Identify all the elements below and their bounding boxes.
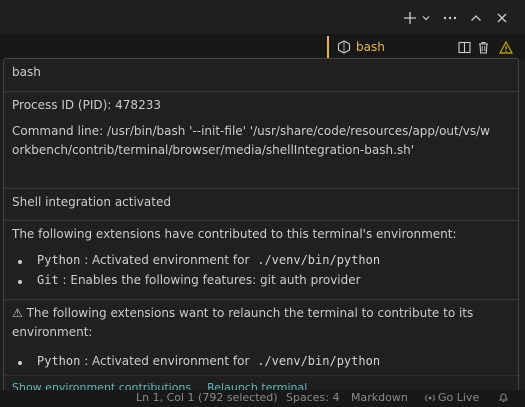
notifications-button[interactable] (498, 392, 509, 406)
list-item: Python : Activated environment for ./ven… (37, 251, 380, 270)
terminal-tab-row (0, 34, 525, 60)
more-actions-button[interactable] (441, 10, 459, 26)
extension-name: Python (37, 354, 81, 368)
terminal-profiles-dropdown[interactable] (420, 10, 432, 26)
extension-code: ./venv/bin/python (257, 354, 381, 368)
warning-icon (499, 40, 513, 54)
cursor-position[interactable]: Ln 1, Col 1 (792 selected) (136, 391, 278, 404)
panel-toolbar (0, 0, 525, 34)
terminal-tab-label: bash (356, 40, 385, 54)
extension-desc: : Activated environment for (84, 253, 250, 267)
trash-icon (478, 41, 488, 54)
split-icon (457, 41, 471, 53)
bell-icon (499, 393, 508, 402)
chevron-down-icon (422, 16, 430, 21)
hover-relaunch-section: ⚠ The following extensions want to relau… (4, 299, 518, 376)
kill-terminal-button[interactable] (475, 39, 491, 55)
language-mode[interactable]: Markdown (351, 391, 408, 404)
relaunch-heading: ⚠ The following extensions want to relau… (12, 306, 474, 339)
close-icon (497, 13, 507, 23)
contrib-heading: The following extensions have contribute… (12, 227, 457, 241)
indentation[interactable]: Spaces: 4 (286, 391, 339, 404)
list-item: Git : Enables the following features: gi… (37, 271, 361, 290)
close-panel-button[interactable] (494, 10, 510, 26)
hover-title-section: bash (4, 59, 518, 91)
ellipsis-icon (443, 16, 457, 20)
list-bullet (18, 260, 22, 264)
extension-desc: : Enables the following features: git au… (62, 273, 361, 287)
extension-desc: : Activated environment for (84, 354, 250, 368)
go-live-button[interactable]: Go Live (425, 391, 479, 404)
list-item: Python : Activated environment for ./ven… (37, 352, 380, 371)
process-id: Process ID (PID): 478233 (12, 98, 161, 112)
terminal-warning-button[interactable] (498, 39, 514, 55)
hover-title: bash (12, 65, 41, 79)
plus-icon (404, 12, 416, 24)
list-bullet (18, 361, 22, 365)
hover-contributions-section: The following extensions have contribute… (4, 220, 518, 300)
extension-code: ./venv/bin/python (257, 253, 381, 267)
hover-process-section: Process ID (PID): 478233 Command line: /… (4, 91, 518, 189)
shell-integration-status: Shell integration activated (12, 195, 171, 209)
extension-name: Git (37, 273, 59, 287)
broadcast-icon (425, 394, 435, 401)
hover-shell-integration-section: Shell integration activated (4, 188, 518, 221)
maximize-panel-button[interactable] (468, 10, 484, 26)
new-terminal-button[interactable] (402, 10, 418, 26)
command-line: Command line: /usr/bin/bash '--init-file… (12, 124, 490, 157)
go-live-label: Go Live (438, 391, 480, 404)
split-terminal-button[interactable] (456, 39, 472, 55)
status-bar: Ln 1, Col 1 (792 selected) Spaces: 4 Mar… (0, 390, 525, 407)
chevron-up-icon (471, 15, 481, 21)
extension-name: Python (37, 253, 81, 267)
list-bullet (18, 280, 22, 284)
terminal-bash-icon (337, 40, 351, 54)
terminal-hover-card: bash Process ID (PID): 478233 Command li… (3, 58, 519, 398)
terminal-tab-bash[interactable]: bash (327, 36, 385, 58)
